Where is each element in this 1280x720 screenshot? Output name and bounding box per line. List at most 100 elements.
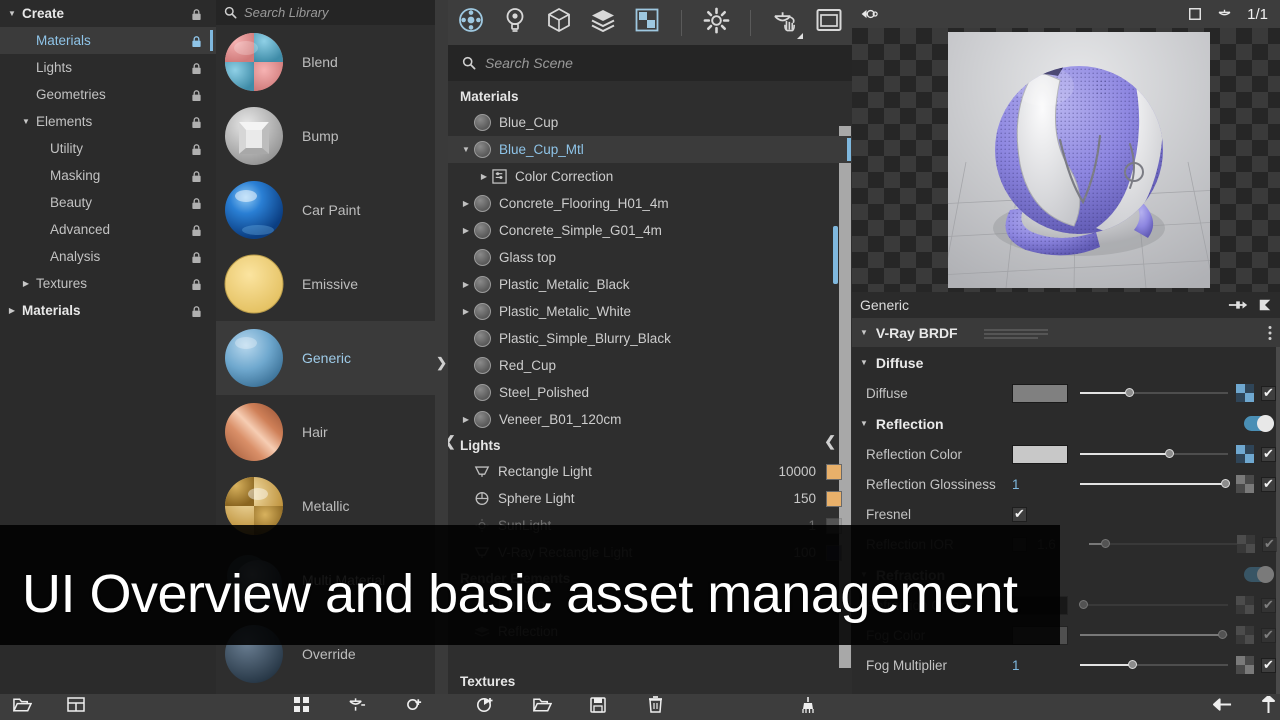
material-preview-stage[interactable] [852,28,1280,292]
sidebar-item-lights-2[interactable]: Lights [0,54,216,81]
lock-icon[interactable] [191,251,202,263]
toolbar-lights[interactable] [500,8,530,38]
property-value[interactable]: 1 [1012,477,1068,492]
preview-zoom-level[interactable]: 1/1 [1247,6,1268,23]
teapot-icon[interactable] [1216,7,1233,21]
scene-tree-row[interactable]: ▶Color Correction [448,163,852,190]
scene-tree-row[interactable]: Rectangle Light10000 [448,458,852,485]
property-slider[interactable] [1089,537,1237,551]
scene-group-header-materials[interactable]: Materials [448,84,852,109]
lock-icon[interactable] [191,116,202,128]
sidebar-item-utility-5[interactable]: Utility [0,135,216,162]
property-enable-checkbox[interactable] [1261,477,1276,492]
sidebar-item-materials-1[interactable]: Materials [0,27,216,54]
scene-tree-row[interactable]: ▶Plastic_Metalic_White [448,298,852,325]
chevron-down-icon[interactable]: ▼ [20,118,32,126]
brdf-menu-icon[interactable] [1268,325,1272,341]
property-slider[interactable] [1080,658,1228,672]
chevron-right-icon[interactable]: ▶ [458,227,474,235]
texture-slot-icon[interactable] [1236,384,1254,402]
bottom-grid-view[interactable] [289,696,313,718]
scene-tree-row[interactable]: Glass top [448,244,852,271]
property-enable-checkbox[interactable] [1262,537,1277,552]
bottom-folder[interactable] [530,696,554,718]
texture-slot-icon[interactable] [1236,656,1254,674]
lock-icon[interactable] [191,197,202,209]
chevron-right-icon[interactable]: ▶ [458,281,474,289]
chevron-down-icon[interactable]: ▼ [6,10,18,18]
sidebar-item-masking-6[interactable]: Masking [0,162,216,189]
chevron-right-icon[interactable]: ▶ [6,307,18,315]
property-slider[interactable] [1080,628,1228,642]
lock-icon[interactable] [191,278,202,290]
library-item-blend[interactable]: Blend [216,25,448,99]
bottom-delete[interactable] [643,696,667,718]
sidebar-item-advanced-8[interactable]: Advanced [0,216,216,243]
scene-tree-row[interactable]: Sphere Light150 [448,485,852,512]
library-search-bar[interactable]: Search Library [216,0,448,25]
texture-slot-icon[interactable] [1236,445,1254,463]
chevron-down-icon[interactable]: ▼ [458,146,474,154]
lock-icon[interactable] [191,62,202,74]
section-enable-toggle[interactable] [1244,416,1274,431]
bottom-add-render[interactable] [473,696,497,718]
scene-tree-row[interactable]: ▶Concrete_Flooring_H01_4m [448,190,852,217]
lock-icon[interactable] [191,305,202,317]
light-intensity-value[interactable]: 10000 [778,464,826,479]
property-section-reflection[interactable]: ▼Reflection [852,408,1280,439]
bottom-add-light[interactable] [345,696,369,718]
library-expand-chevron-icon[interactable]: ❯ [436,355,447,371]
texture-slot-icon[interactable] [1236,475,1254,493]
sidebar-item-geometries-3[interactable]: Geometries [0,81,216,108]
scene-group-header-lights[interactable]: Lights [448,433,852,458]
bottom-cleanup[interactable] [796,696,820,718]
chevron-right-icon[interactable]: ▶ [476,173,492,181]
bottom-open-folder[interactable] [10,696,34,718]
toolbar-teapot-picker[interactable] [770,8,800,38]
brdf-header[interactable]: ▼ V-Ray BRDF [852,318,1280,347]
texture-slot-icon[interactable] [1237,535,1255,553]
scene-tree-row[interactable]: ▼Blue_Cup_Mtl [448,136,852,163]
property-value[interactable]: 1 [1012,658,1068,673]
section-enable-toggle[interactable] [1244,567,1274,582]
library-item-bump[interactable]: Bump [216,99,448,173]
bottom-up-arrow[interactable] [1256,696,1280,718]
library-item-generic[interactable]: Generic [216,321,448,395]
sidebar-item-elements-4[interactable]: ▼Elements [0,108,216,135]
lock-icon[interactable] [191,143,202,155]
scene-tree-row[interactable]: ▶Plastic_Metalic_Black [448,271,852,298]
lock-icon[interactable] [191,35,202,47]
sidebar-item-textures-10[interactable]: ▶Textures [0,270,216,297]
scene-collapse-right-chevron-icon[interactable]: ❮ [824,433,836,450]
property-enable-checkbox[interactable] [1261,386,1276,401]
toolbar-materials[interactable] [456,8,486,38]
chevron-right-icon[interactable]: ▶ [458,416,474,424]
chevron-right-icon[interactable]: ▶ [20,280,32,288]
sidebar-item-beauty-7[interactable]: Beauty [0,189,216,216]
scene-tree-row[interactable]: Red_Cup [448,352,852,379]
property-slider[interactable] [1080,477,1228,491]
textures-group-header[interactable]: Textures [448,668,852,694]
lock-icon[interactable] [191,8,202,20]
scene-search-bar[interactable]: Search Scene [448,45,852,81]
sidebar-item-materials-11[interactable]: ▶Materials [0,297,216,324]
property-slider[interactable] [1080,447,1228,461]
scene-tree-row[interactable]: Steel_Polished [448,379,852,406]
chevron-right-icon[interactable]: ▶ [458,308,474,316]
scene-collapse-left-chevron-icon[interactable]: ❮ [448,433,456,450]
bottom-add-geometry[interactable] [402,696,426,718]
property-section-diffuse[interactable]: ▼Diffuse [852,347,1280,378]
property-enable-checkbox[interactable] [1261,628,1276,643]
color-swatch[interactable] [1012,384,1068,403]
sidebar-item-create-0[interactable]: ▼Create [0,0,216,27]
bottom-save[interactable] [586,696,610,718]
library-item-emissive[interactable]: Emissive [216,247,448,321]
texture-slot-icon[interactable] [1236,626,1254,644]
scene-tree-row[interactable]: ▶Veneer_B01_120cm [448,406,852,433]
lock-icon[interactable] [191,224,202,236]
bottom-layout[interactable] [64,696,88,718]
property-slider[interactable] [1080,386,1228,400]
lock-icon[interactable] [191,89,202,101]
property-enable-checkbox[interactable] [1261,598,1276,613]
library-item-hair[interactable]: Hair [216,395,448,469]
